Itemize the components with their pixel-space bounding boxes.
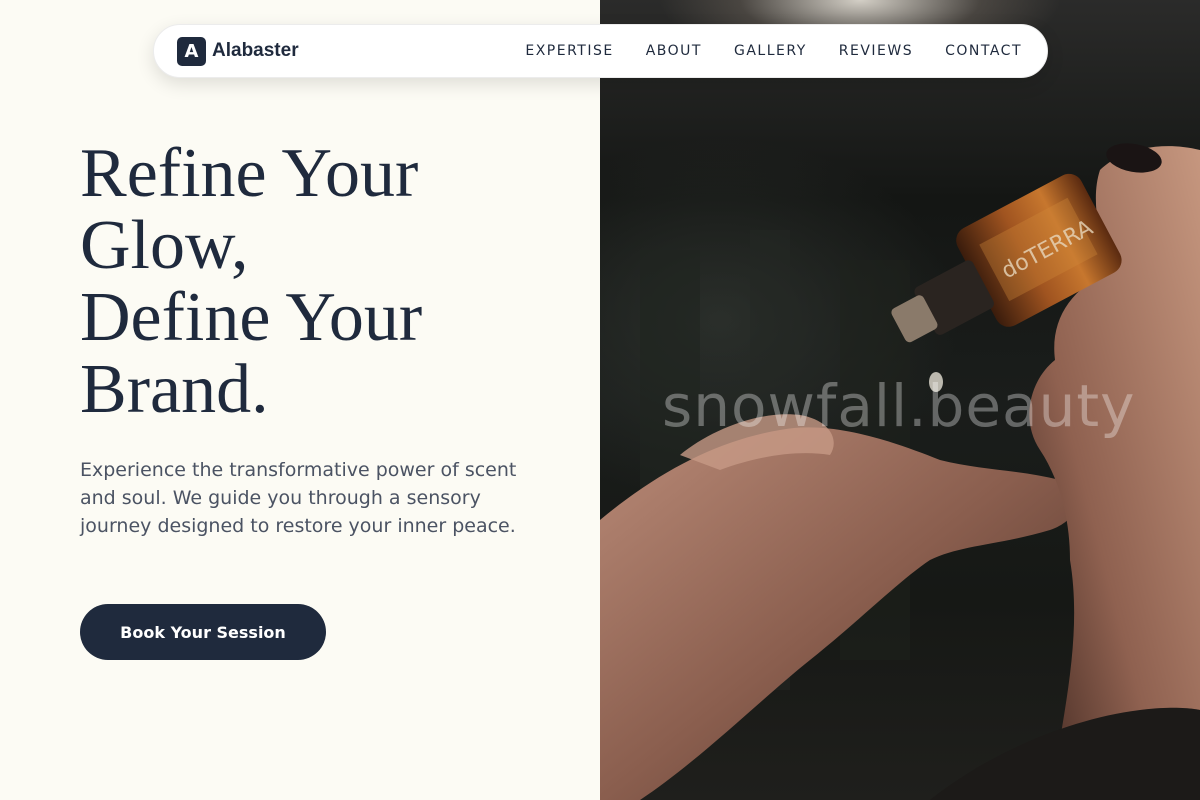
hero-title-line: Brand. <box>80 351 269 428</box>
book-session-button[interactable]: Book Your Session <box>80 604 326 660</box>
hero-title: Refine Your Glow, Define Your Brand. <box>80 138 550 426</box>
brand-logo[interactable]: A Alabaster <box>177 36 299 66</box>
nav-link-gallery[interactable]: GALLERY <box>734 43 807 59</box>
hero-description: Experience the transformative power of s… <box>80 459 517 537</box>
hero-copy: Refine Your Glow, Define Your Brand. Exp… <box>80 138 550 540</box>
hero-image: doTERRA snowfall.beauty <box>600 0 1200 800</box>
nav-link-contact[interactable]: CONTACT <box>945 43 1022 59</box>
image-watermark: snowfall.beauty <box>662 372 1136 440</box>
nav-link-expertise[interactable]: EXPERTISE <box>525 43 613 59</box>
hero-title-line: Refine Your <box>80 135 419 212</box>
hero-title-line: Glow, <box>80 207 249 284</box>
top-navbar: A Alabaster EXPERTISE ABOUT GALLERY REVI… <box>153 24 1048 78</box>
nav-link-reviews[interactable]: REVIEWS <box>839 43 913 59</box>
hero-title-line: Define Your <box>80 279 423 356</box>
nav-links: EXPERTISE ABOUT GALLERY REVIEWS CONTACT <box>525 43 1022 59</box>
brand-name: Alabaster <box>212 40 299 61</box>
nav-link-about[interactable]: ABOUT <box>646 43 702 59</box>
brand-mark-icon: A <box>177 36 206 66</box>
